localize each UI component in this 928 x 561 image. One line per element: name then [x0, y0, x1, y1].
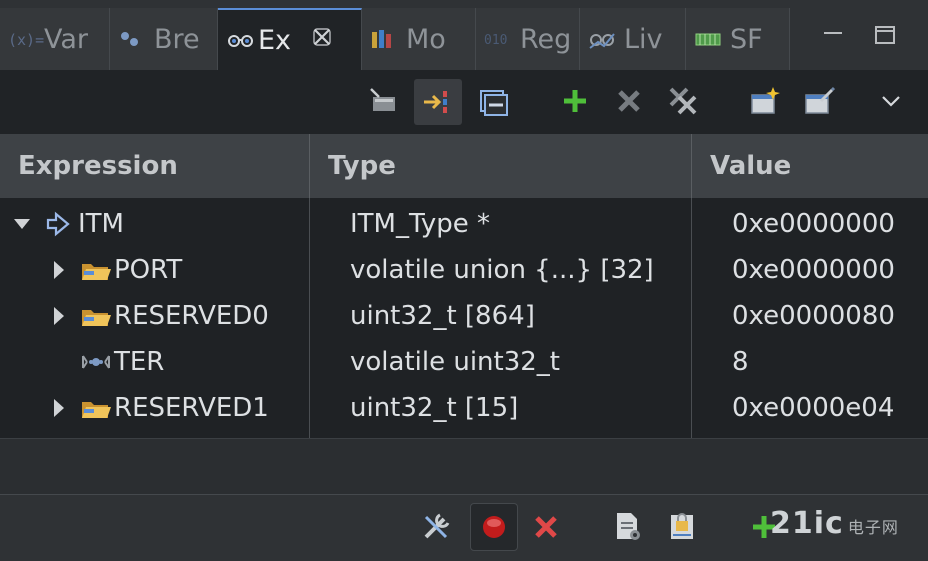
tab-label: Liv — [624, 23, 663, 55]
close-icon — [535, 516, 557, 538]
select-all-icon — [370, 88, 395, 111]
maximize-icon[interactable] — [874, 24, 896, 46]
select-all-button[interactable] — [366, 84, 400, 118]
folder-icon — [80, 394, 111, 422]
expression-name: RESERVED1 — [114, 393, 269, 423]
table-row[interactable]: RESERVED0 uint32_t [864] 0xe0000080 — [0, 293, 928, 339]
new-expression-button[interactable] — [748, 84, 782, 118]
folder-icon — [80, 256, 111, 284]
collapse-all-icon — [480, 90, 508, 116]
variable-icon — [80, 348, 110, 376]
close-icon[interactable] — [311, 26, 333, 54]
expression-type: volatile union {...} [32] — [350, 255, 654, 285]
column-header-value[interactable]: Value — [691, 134, 928, 198]
collapse-all-button[interactable] — [476, 84, 510, 118]
remove-expression-button[interactable] — [612, 84, 646, 118]
watermark-subtext: 电子网 — [847, 518, 899, 537]
svg-text:(x)=: (x)= — [8, 31, 44, 49]
tab-label: SF — [730, 23, 763, 55]
collapsed-arrow-icon[interactable] — [48, 247, 68, 293]
edit-expression-button[interactable] — [802, 84, 836, 118]
tab-expressions[interactable]: Ex — [218, 8, 362, 70]
record-icon — [483, 516, 505, 538]
tab-label: Reg — [520, 23, 572, 55]
tab-label: Var — [44, 23, 89, 55]
view-menu-button[interactable] — [874, 84, 908, 118]
column-header-type[interactable]: Type — [309, 134, 691, 198]
tab-label: Bre — [154, 23, 200, 55]
expression-name: ITM — [78, 209, 124, 239]
terminate-button[interactable] — [526, 507, 566, 547]
table-row[interactable]: ITM ITM_Type * 0xe0000000 — [0, 201, 928, 247]
table-row[interactable]: RESERVED1 uint32_t [15] 0xe0000e04 — [0, 385, 928, 431]
expression-value[interactable]: 0xe0000e04 — [732, 385, 894, 431]
view-tab-bar: (x)= Var Bre Ex Mo 010 Reg Liv SF — [0, 0, 928, 70]
tab-label: Ex — [258, 24, 292, 56]
details-pane[interactable] — [0, 438, 928, 495]
watermark-text: 21ic — [770, 506, 844, 541]
add-expression-button[interactable] — [558, 84, 592, 118]
lock-button[interactable] — [662, 507, 702, 547]
remove-all-expressions-button[interactable] — [666, 84, 700, 118]
expressions-icon — [226, 27, 253, 53]
show-type-names-button[interactable] — [414, 79, 462, 125]
tools-icon — [424, 513, 450, 539]
lock-icon — [671, 513, 693, 539]
table-header: Expression Type Value — [0, 134, 928, 198]
variables-icon: (x)= — [8, 26, 44, 52]
expression-value[interactable]: 0xe0000000 — [732, 247, 895, 293]
minimize-icon[interactable] — [822, 24, 844, 46]
tab-registers[interactable]: 010 Reg — [476, 8, 580, 70]
tab-breakpoints[interactable]: Bre — [110, 8, 218, 70]
folder-icon — [80, 302, 111, 330]
tools-button[interactable] — [416, 507, 456, 547]
chevron-down-icon — [882, 96, 900, 107]
remove-icon — [618, 90, 640, 112]
expression-type: ITM_Type * — [350, 209, 490, 239]
type-names-icon — [424, 91, 447, 113]
live-expressions-icon — [588, 26, 615, 52]
tab-variables[interactable]: (x)= Var — [0, 8, 110, 70]
expression-name: PORT — [114, 255, 183, 285]
properties-icon — [617, 513, 640, 540]
table-row[interactable]: PORT volatile union {...} [32] 0xe000000… — [0, 247, 928, 293]
collapsed-arrow-icon[interactable] — [48, 385, 68, 431]
view-toolbar — [0, 70, 928, 134]
collapsed-arrow-icon[interactable] — [48, 293, 68, 339]
expression-value[interactable]: 8 — [732, 339, 749, 385]
remove-all-icon — [669, 87, 697, 115]
edit-expression-icon — [805, 86, 835, 114]
expression-type: uint32_t [15] — [350, 393, 519, 423]
add-icon — [564, 90, 586, 112]
expression-name: TER — [114, 347, 165, 377]
registers-icon: 010 — [484, 26, 510, 52]
expression-name: RESERVED0 — [114, 301, 269, 331]
breakpoints-icon — [118, 26, 144, 52]
column-header-expression[interactable]: Expression — [0, 134, 309, 198]
expanded-arrow-icon[interactable] — [12, 201, 32, 247]
modules-icon — [370, 26, 396, 52]
svg-text:010: 010 — [484, 33, 507, 48]
expression-type: volatile uint32_t — [350, 347, 561, 377]
tab-modules[interactable]: Mo — [362, 8, 476, 70]
table-row[interactable]: TER volatile uint32_t 8 — [0, 339, 928, 385]
tab-live-expressions[interactable]: Liv — [580, 8, 686, 70]
record-button[interactable] — [470, 503, 518, 551]
watermark-logo: 21ic 电子网 — [770, 506, 899, 541]
expression-value[interactable]: 0xe0000080 — [732, 293, 895, 339]
expression-value[interactable]: 0xe0000000 — [732, 201, 895, 247]
tab-sfr[interactable]: SF — [686, 8, 790, 70]
sfr-icon — [694, 26, 721, 52]
tab-label: Mo — [406, 23, 446, 55]
expression-type: uint32_t [864] — [350, 301, 535, 331]
new-expression-icon — [751, 87, 780, 114]
pointer-icon — [44, 210, 74, 238]
properties-button[interactable] — [608, 507, 648, 547]
